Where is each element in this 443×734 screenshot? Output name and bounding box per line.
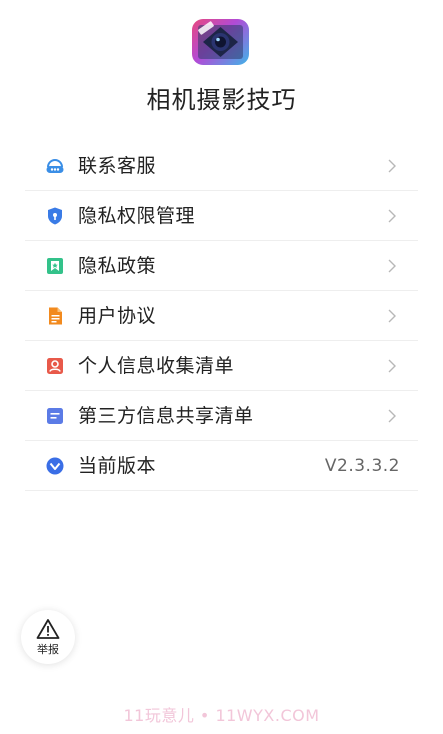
bookmark-icon [45, 256, 65, 276]
warning-triangle-icon [36, 618, 60, 640]
chevron-right-icon [388, 309, 396, 323]
menu-item-personal-info-list[interactable]: 个人信息收集清单 [25, 341, 418, 391]
version-icon [45, 456, 65, 476]
report-label: 举报 [37, 643, 59, 656]
customer-service-icon [45, 156, 65, 176]
menu-item-privacy-policy[interactable]: 隐私政策 [25, 241, 418, 291]
document-icon [45, 306, 65, 326]
shield-icon [45, 206, 65, 226]
chevron-right-icon [388, 159, 396, 173]
list-document-icon [45, 406, 65, 426]
menu-item-label: 当前版本 [78, 455, 157, 477]
chevron-right-icon [388, 359, 396, 373]
settings-menu: 联系客服 隐私权限管理 隐私政策 用户协议 个人信息收集清单 第三方信息共享清单… [25, 141, 418, 491]
menu-item-label: 用户协议 [78, 305, 157, 327]
person-card-icon [45, 356, 65, 376]
watermark: 11玩意儿 • 11WYX.COM [123, 706, 320, 725]
menu-item-user-agreement[interactable]: 用户协议 [25, 291, 418, 341]
menu-item-label: 隐私权限管理 [78, 205, 196, 227]
report-button[interactable]: 举报 [21, 610, 75, 664]
app-icon [192, 19, 249, 65]
menu-item-label: 第三方信息共享清单 [78, 405, 254, 427]
menu-item-current-version[interactable]: 当前版本 V2.3.3.2 [25, 441, 418, 491]
menu-item-label: 个人信息收集清单 [78, 355, 235, 377]
chevron-right-icon [388, 409, 396, 423]
chevron-right-icon [388, 209, 396, 223]
app-title: 相机摄影技巧 [146, 86, 297, 114]
chevron-right-icon [388, 259, 396, 273]
version-value: V2.3.3.2 [324, 456, 400, 476]
menu-item-third-party-sharing[interactable]: 第三方信息共享清单 [25, 391, 418, 441]
menu-item-privacy-permissions[interactable]: 隐私权限管理 [25, 191, 418, 241]
menu-item-label: 联系客服 [78, 155, 157, 177]
menu-item-contact-service[interactable]: 联系客服 [25, 141, 418, 191]
menu-item-label: 隐私政策 [78, 255, 157, 277]
